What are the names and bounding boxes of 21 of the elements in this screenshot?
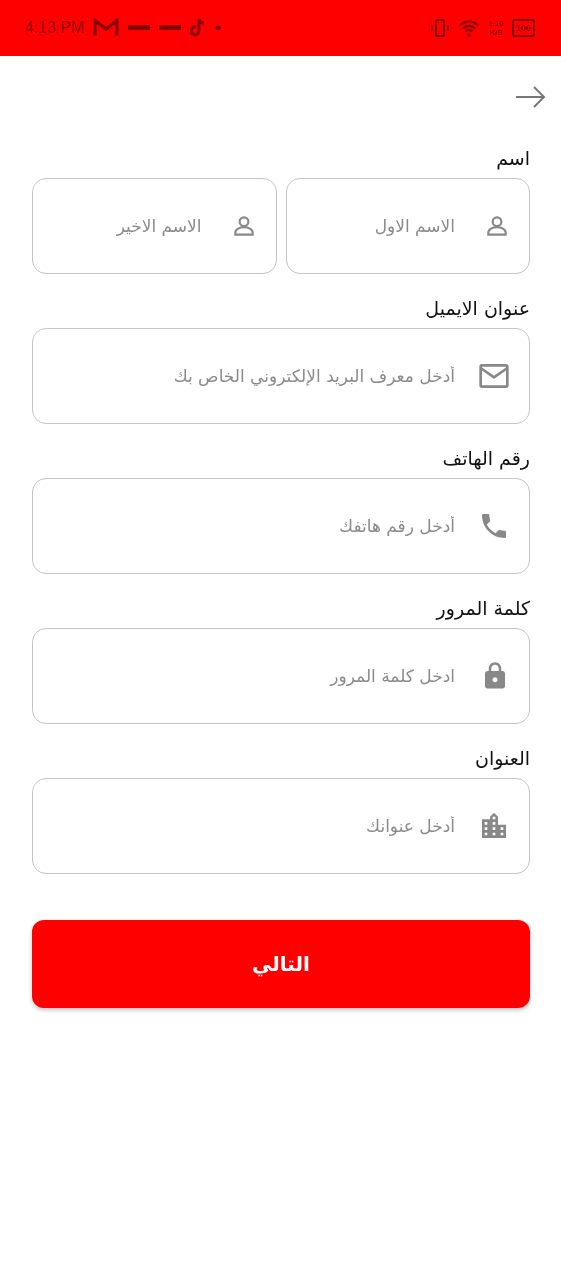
- vibrate-icon: [430, 18, 451, 38]
- mail-icon: [92, 18, 119, 38]
- network-speed: 1.10: [488, 19, 504, 28]
- input-field[interactable]: الاسم الاول: [285, 178, 530, 274]
- back-arrow-button[interactable]: [515, 85, 547, 109]
- field-label: عنوان الايميل: [424, 296, 530, 320]
- field-label: العنوان: [474, 746, 530, 770]
- next-button[interactable]: التالي: [32, 920, 530, 1008]
- clock-time: 4:13 PM: [25, 19, 85, 37]
- dash-icon: [127, 25, 150, 31]
- battery-level: 100: [515, 23, 531, 33]
- input-field[interactable]: ادخل كلمة المرور: [32, 628, 530, 724]
- input-field[interactable]: الاسم الاخير: [32, 178, 277, 274]
- dot-icon: [214, 25, 221, 31]
- network-speed-unit: K/S: [489, 28, 503, 37]
- wifi-icon: [458, 19, 481, 37]
- music-note-icon: [189, 18, 206, 38]
- field-label: كلمة المرور: [434, 596, 530, 620]
- field-label: اسم: [495, 146, 530, 170]
- dash-icon: [158, 25, 181, 31]
- field-label: رقم الهاتف: [441, 446, 530, 470]
